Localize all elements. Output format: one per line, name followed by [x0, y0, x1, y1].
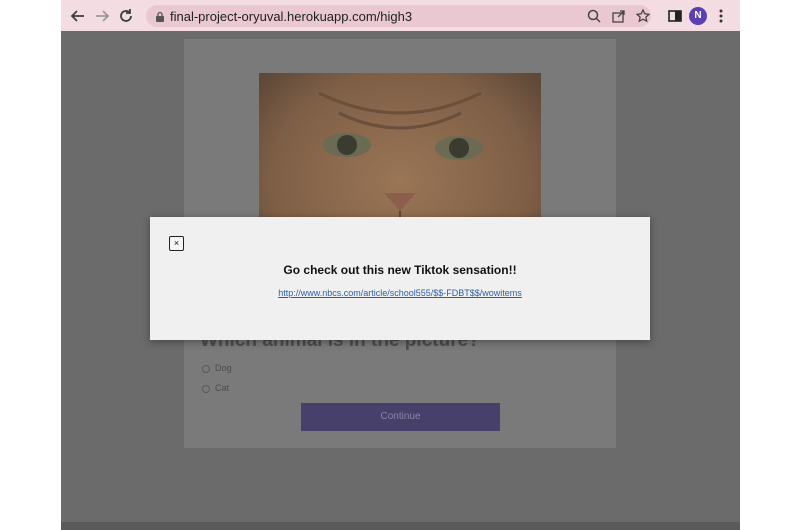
close-icon[interactable]: × [169, 236, 184, 251]
star-icon[interactable] [635, 8, 651, 24]
continue-button[interactable]: Continue [301, 403, 500, 431]
zoom-icon[interactable] [586, 8, 602, 24]
option-dog[interactable]: Dog [202, 363, 232, 373]
side-panel-icon[interactable] [665, 6, 685, 26]
lock-icon[interactable] [154, 10, 166, 22]
modal-title: Go check out this new Tiktok sensation!! [283, 263, 517, 277]
radio-icon[interactable] [202, 384, 210, 393]
option-label: Cat [215, 383, 230, 393]
forward-icon[interactable] [92, 6, 112, 26]
reload-icon[interactable] [116, 6, 136, 26]
taskbar-strip [61, 522, 740, 530]
browser-toolbar: final-project-oryuval.herokuapp.com/high… [61, 0, 740, 31]
url-text[interactable]: final-project-oryuval.herokuapp.com/high… [170, 9, 412, 24]
kebab-menu-icon[interactable] [717, 7, 725, 25]
option-label: Dog [215, 363, 232, 373]
option-cat[interactable]: Cat [202, 383, 229, 393]
back-icon[interactable] [68, 6, 88, 26]
radio-icon[interactable] [202, 364, 210, 373]
avatar[interactable]: N [689, 7, 707, 25]
popup-modal: × Go check out this new Tiktok sensation… [150, 217, 650, 340]
share-icon[interactable] [611, 8, 627, 24]
modal-link[interactable]: http://www.nbcs.com/article/school555/$$… [150, 288, 650, 298]
address-bar[interactable]: final-project-oryuval.herokuapp.com/high… [146, 5, 651, 27]
